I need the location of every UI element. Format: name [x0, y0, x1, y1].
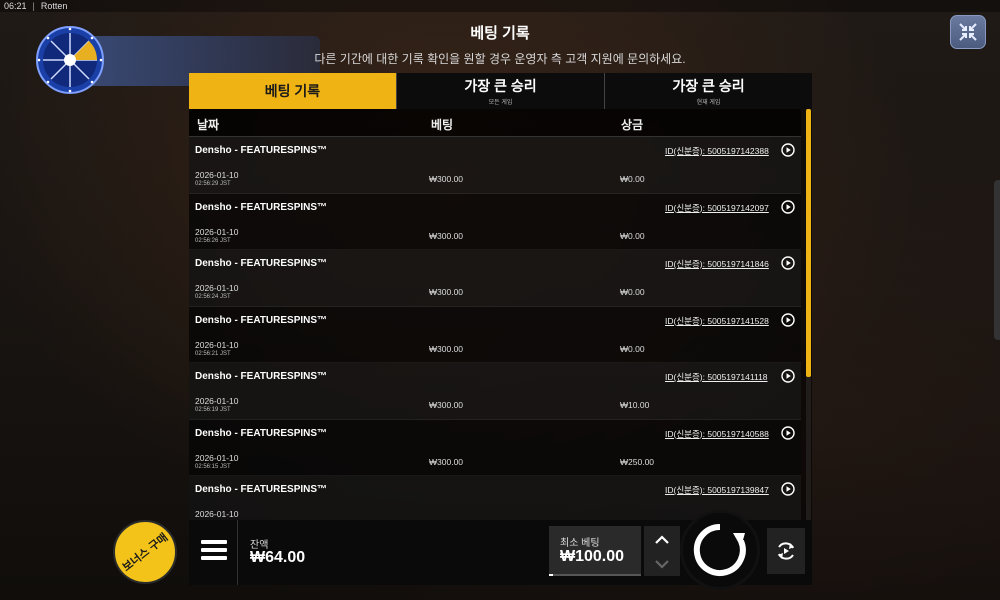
tab-label: 가장 큰 승리 — [672, 78, 745, 94]
row-date: 2026-01-10 — [195, 452, 239, 463]
row-id-link[interactable]: ID(신분증): 5005197142388 — [665, 145, 769, 157]
row-bet: ₩300.00 — [429, 456, 464, 467]
autoplay-icon — [778, 542, 794, 560]
row-time: 02:56:26 JST — [195, 237, 231, 244]
status-time: 06:21 — [4, 1, 27, 11]
bet-stepper — [644, 526, 680, 576]
table-row: Densho - FEATURESPINS™ 2026-01-10 02:56:… — [189, 363, 801, 420]
row-id-link[interactable]: ID(신분증): 5005197141118 — [665, 371, 768, 383]
row-game: Densho - FEATURESPINS™ — [195, 258, 328, 269]
minbet-label: 최소 베팅 — [560, 538, 600, 549]
bet-level-indicator — [549, 574, 553, 576]
row-date: 2026-01-10 — [195, 170, 239, 180]
tab-biggest-wins-all-games[interactable]: 가장 큰 승리 모든 게임 — [396, 73, 604, 109]
tab-bet-history[interactable]: 베팅 기록 — [189, 73, 396, 109]
row-win: ₩0.00 — [620, 343, 645, 354]
tab-label: 가장 큰 승리 — [464, 78, 537, 94]
row-time: 02:56:24 JST — [195, 294, 231, 300]
table-row: Densho - FEATURESPINS™ 2026-01-10 02:56:… — [189, 306, 801, 363]
history-table[interactable]: 날짜 베팅 상금 Densho - FEATURESPINS™ 2026-01-… — [189, 109, 812, 521]
tab-sublabel: 현재 게임 — [696, 100, 721, 106]
minbet-value: ₩100.00 — [560, 548, 625, 565]
tab-sublabel: 모든 게임 — [488, 100, 513, 106]
row-win: ₩0.00 — [620, 287, 645, 297]
page-subtitle: 다른 기간에 대한 기록 확인을 원할 경우 운영자 측 고객 지원에 문의하세… — [314, 52, 686, 66]
row-bet: ₩300.00 — [429, 400, 464, 410]
bet-amount-display[interactable]: 최소 베팅 ₩100.00 — [549, 526, 641, 576]
hamburger-menu-icon — [201, 540, 227, 544]
row-id-link[interactable]: ID(신분증): 5005197142097 — [665, 202, 769, 214]
row-time: 02:56:21 JST — [195, 350, 231, 357]
divider — [237, 520, 238, 585]
scrollbar-thumb[interactable] — [806, 109, 811, 377]
row-game: Densho - FEATURESPINS™ — [195, 145, 328, 156]
chevron-up-icon[interactable] — [654, 532, 670, 548]
row-id-link[interactable]: ID(신분증): 5005197140588 — [665, 428, 769, 440]
row-id-link[interactable]: ID(신분증): 5005197141846 — [665, 258, 769, 270]
row-time: 02:56:29 JST — [195, 181, 231, 187]
bonus-buy-label: 보너스 구매 — [120, 531, 171, 575]
play-circle-icon[interactable] — [781, 256, 795, 270]
table-scrollbar[interactable] — [806, 109, 811, 521]
header-date: 날짜 — [197, 118, 220, 132]
play-circle-icon[interactable] — [781, 143, 795, 157]
status-app: Rotten — [40, 1, 68, 11]
tab-label: 베팅 기록 — [264, 83, 321, 99]
play-circle-icon[interactable] — [781, 482, 795, 496]
bonus-buy-button[interactable]: 보너스 구매 — [113, 520, 177, 584]
row-bet: ₩300.00 — [429, 174, 464, 184]
row-id-link[interactable]: ID(신분증): 5005197139847 — [665, 484, 769, 496]
row-date: 2026-01-10 — [195, 509, 239, 519]
chevron-down-icon[interactable] — [654, 556, 670, 572]
balance-value: ₩64.00 — [250, 549, 306, 566]
table-row: Densho - FEATURESPINS™ 2026-01-10 02:56:… — [189, 250, 801, 307]
autoplay-button[interactable] — [767, 528, 805, 574]
play-circle-icon[interactable] — [781, 312, 795, 327]
row-bet: ₩300.00 — [429, 287, 464, 297]
row-date: 2026-01-10 — [195, 226, 239, 237]
row-win: ₩10.00 — [620, 400, 650, 410]
row-time: 02:56:19 JST — [195, 407, 231, 413]
table-header: 날짜 베팅 상금 — [189, 109, 801, 137]
row-id-link[interactable]: ID(신분증): 5005197141528 — [665, 315, 769, 327]
row-win: ₩0.00 — [620, 174, 645, 184]
row-game: Densho - FEATURESPINS™ — [195, 201, 328, 213]
row-date: 2026-01-10 — [195, 339, 239, 350]
row-bet: ₩300.00 — [429, 230, 464, 241]
table-row: Densho - FEATURESPINS™ 2026-01-10 02:56:… — [189, 419, 801, 476]
status-bar: 06:21 | Rotten — [0, 0, 1000, 12]
play-circle-icon[interactable] — [781, 369, 795, 383]
row-bet: ₩300.00 — [429, 343, 464, 354]
row-game: Densho - FEATURESPINS™ — [195, 314, 328, 326]
row-date: 2026-01-10 — [195, 283, 239, 293]
row-win: ₩250.00 — [620, 456, 655, 467]
row-game: Densho - FEATURESPINS™ — [195, 484, 328, 495]
menu-button[interactable] — [201, 540, 227, 562]
page-title: 베팅 기록 — [470, 25, 530, 42]
side-drawer-handle[interactable] — [994, 180, 1000, 340]
row-game: Densho - FEATURESPINS™ — [195, 427, 328, 439]
row-win: ₩0.00 — [620, 230, 645, 241]
table-row: Densho - FEATURESPINS™ 2026-01-10 02:56:… — [189, 137, 801, 194]
history-tabs: 베팅 기록 가장 큰 승리 모든 게임 가장 큰 승리 현재 게임 — [189, 73, 812, 109]
header-bet: 베팅 — [431, 118, 454, 132]
tab-biggest-wins-current-game[interactable]: 가장 큰 승리 현재 게임 — [604, 73, 812, 109]
header-win: 상금 — [621, 118, 644, 132]
row-game: Densho - FEATURESPINS™ — [195, 371, 328, 382]
spin-button[interactable] — [680, 510, 760, 590]
play-circle-icon[interactable] — [781, 425, 795, 440]
spin-icon — [693, 523, 746, 576]
play-circle-icon[interactable] — [781, 199, 795, 214]
row-time: 02:56:15 JST — [195, 463, 231, 470]
table-rows: Densho - FEATURESPINS™ 2026-01-10 02:56:… — [189, 137, 801, 521]
row-date: 2026-01-10 — [195, 396, 239, 406]
table-row: Densho - FEATURESPINS™ 2026-01-10 02:56:… — [189, 193, 801, 250]
